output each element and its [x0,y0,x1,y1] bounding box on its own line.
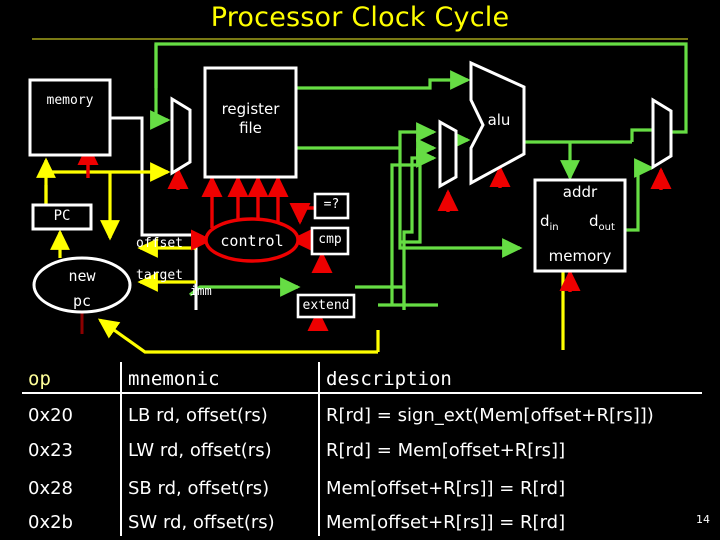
label-memory-data: memory [548,247,612,265]
table-row: LW rd, offset(rs) [128,440,272,461]
table-row: 0x2b [28,512,73,533]
label-memory-data-dout: dout [589,212,615,233]
table-row: 0x20 [28,405,74,426]
label-equals-compare: =? [323,197,340,212]
table-header-rule [22,392,702,394]
label-new-pc-line2: pc [72,292,92,310]
table-row: Mem[offset+R[rs]] = R[rd] [326,478,566,499]
table-row: Mem[offset+R[rs]] = R[rd] [326,512,566,533]
table-header-op: op [28,368,51,390]
label-new-pc-line1: new [68,267,96,285]
table-row: R[rd] = sign_ext(Mem[offset+R[rs]]) [326,405,654,426]
page-number: 14 [696,513,710,526]
label-control: control [220,232,284,250]
table-column-separator-1 [120,362,122,536]
table-row: 0x23 [28,440,74,461]
label-alu: alu [487,111,511,129]
label-offset: offset [136,236,183,251]
block-alu-mux [438,119,458,189]
label-register-file-line1: register [221,100,280,118]
label-pc: PC [53,208,71,224]
table-header-mnemonic: mnemonic [128,368,220,390]
table-row: LB rd, offset(rs) [128,405,268,426]
label-memory-data-din: din [540,212,559,233]
slide-root: Processor Clock Cycle memory register fi… [0,0,720,540]
table-row: R[rd] = Mem[offset+R[rs]] [326,440,566,461]
label-register-file-line2: file [239,119,262,137]
block-memory-instruction [28,78,112,157]
label-memory-instruction: memory [46,93,94,108]
block-writeback-mux [651,97,673,170]
table-row: SB rd, offset(rs) [128,478,270,499]
table-row: 0x28 [28,478,74,499]
label-cmp: cmp [318,232,342,247]
table-header-description: description [326,368,452,390]
label-memory-data-addr: addr [562,183,598,201]
label-extend: extend [302,298,350,313]
table-column-separator-2 [318,362,320,536]
yellow-pc-wires [36,157,565,354]
label-target: target [136,268,183,283]
block-pc-mux [170,96,192,176]
label-imm: imm [190,284,212,298]
table-row: SW rd, offset(rs) [128,512,275,533]
